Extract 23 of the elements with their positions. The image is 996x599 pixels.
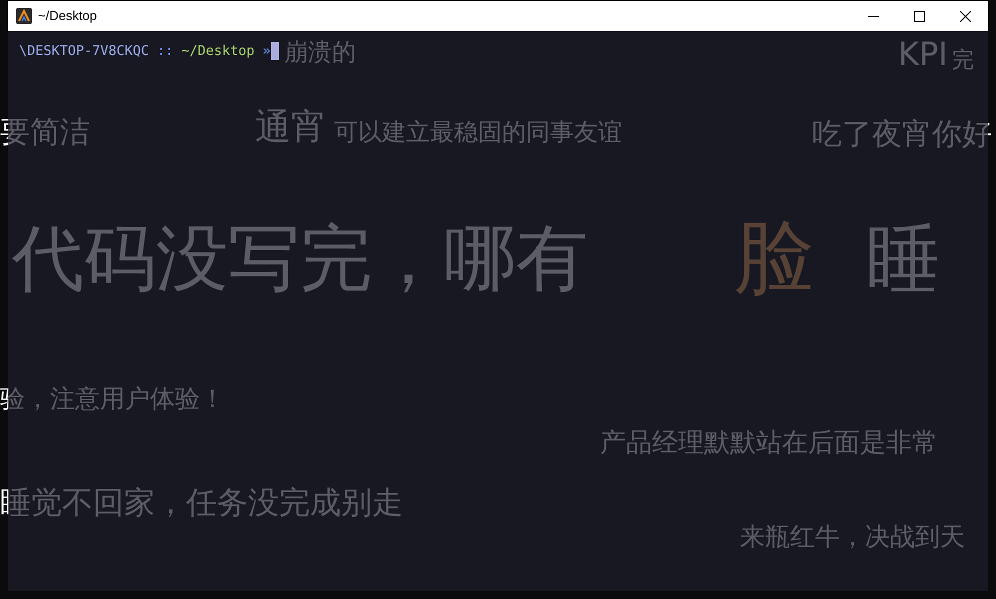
wallpaper-text: 产品经理默默站在后面是非常 (600, 430, 938, 456)
wallpaper-text: 通宵 (255, 110, 327, 146)
wallpaper-text: 验，注意用户体验！ (0, 386, 225, 411)
prompt-symbol: » (262, 42, 271, 60)
window-title: ~/Desktop (38, 7, 97, 26)
wallpaper-text: 吃了夜宵你好 (812, 120, 992, 150)
wallpaper-text: 崩溃的 (284, 40, 356, 64)
text-cursor (270, 42, 279, 60)
prompt-path: ~/Desktop (181, 42, 254, 60)
wallpaper-text: 睡觉不回家，任务没完成别走 (0, 488, 403, 519)
prompt-host: \DESKTOP-7V8CKQC (19, 42, 150, 60)
wallpaper-text: 完 (952, 50, 974, 72)
wallpaper-text: 可以建立最稳固的同事友谊 (334, 120, 622, 144)
wallpaper-text: 要简洁 (0, 118, 90, 148)
app-logo-icon (16, 8, 32, 24)
maximize-icon (914, 10, 924, 22)
wallpaper-text: 代码没写完，哪有 (11, 222, 588, 294)
wallpaper-text: KPI (898, 38, 948, 70)
wallpaper-text: 脸 (734, 218, 814, 298)
wallpaper-text: 来瓶红牛，决战到天 (740, 524, 965, 549)
close-icon (960, 10, 970, 22)
prompt-separator: :: (157, 42, 174, 60)
wallpaper-text: 睡 (866, 222, 940, 296)
